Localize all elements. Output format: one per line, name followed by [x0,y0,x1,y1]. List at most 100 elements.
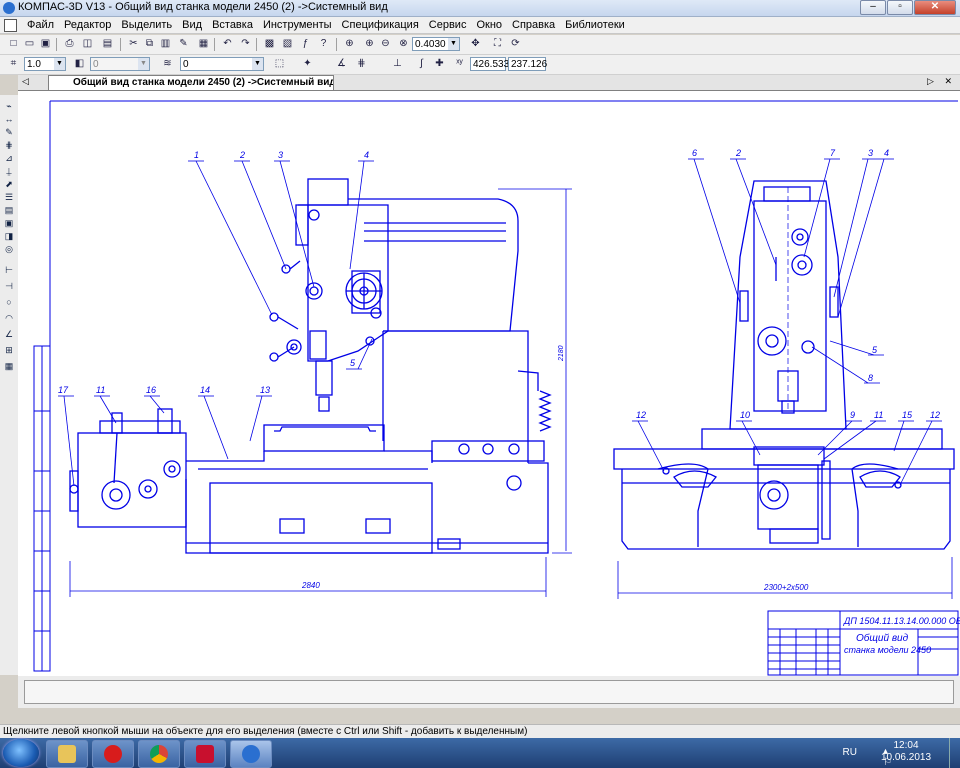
round-icon[interactable]: ∫ [414,57,429,71]
geometry-icon[interactable]: ⌁ [2,101,16,112]
redo-icon[interactable]: ↷ [238,37,253,51]
preview-icon[interactable]: ◫ [80,37,95,51]
taskbar-kompas[interactable] [230,740,272,768]
style-combo[interactable]: 0 ▼ [180,57,264,71]
clock-time: 12:04 [893,740,919,751]
cut-icon[interactable]: ✂ [126,37,141,51]
taskbar-explorer[interactable] [46,740,88,768]
libraries-icon[interactable]: ◎ [2,244,16,255]
callout-front-4: 4 [364,150,369,160]
select-icon[interactable]: ⬈ [2,179,16,190]
callout-side-15: 15 [902,410,913,420]
document-system-icon[interactable] [4,18,17,32]
chevron-down-icon[interactable]: ▼ [138,58,149,70]
close-button[interactable]: ✕ [914,0,956,15]
cursor-step-combo[interactable]: 1.0 ▼ [24,57,66,71]
views-icon[interactable]: ◨ [2,231,16,242]
save-icon[interactable]: ▣ [38,37,53,51]
style-icon[interactable]: ≋ [160,57,175,71]
arc-tool-icon[interactable]: ◠ [2,313,16,324]
measure-icon[interactable]: ⍊ [2,166,16,177]
callout-front-5: 5 [350,358,356,368]
pan-icon[interactable]: ✥ [468,37,483,51]
menu-edit[interactable]: Редактор [64,19,111,31]
layer-combo[interactable]: 0 ▼ [90,57,150,71]
step-icon[interactable]: ⌗ [6,57,21,71]
ortho-icon[interactable]: ⊥ [390,57,405,71]
menu-view[interactable]: Вид [182,19,202,31]
zoom-out-icon[interactable]: ⊖ [378,37,393,51]
linear-dim-icon[interactable]: ⊣ [2,281,16,292]
help-cursor-icon[interactable]: ? [316,37,331,51]
format-icon[interactable]: ✎ [176,37,191,51]
manager-icon[interactable]: ▤ [100,37,115,51]
clock[interactable]: 12:04 10.06.2013 [876,740,936,764]
coord-x-field[interactable]: 426.533 [470,57,509,71]
frame-icon[interactable]: ⊞ [2,345,16,356]
hatch-icon[interactable]: ▦ [2,361,16,372]
menu-insert[interactable]: Вставка [212,19,253,31]
menu-libraries[interactable]: Библиотеки [565,19,625,31]
minimize-button[interactable]: – [860,0,886,15]
menu-service[interactable]: Сервис [429,19,467,31]
zoom-in-icon[interactable]: ⊕ [362,37,377,51]
spec-icon[interactable]: ☰ [2,192,16,203]
dimensions-icon[interactable]: ↔ [2,114,16,125]
drawing-canvas[interactable]: 1 2 3 4 5 17 11 16 14 13 6 2 7 3 4 5 8 1… [18,91,960,676]
new-document-icon[interactable]: □ [6,37,21,51]
show-all-icon[interactable]: ⛶ [490,37,505,51]
tab-nav-close-icon[interactable]: ▷ ✕ [927,76,956,87]
restore-button[interactable]: ▫ [887,0,913,15]
edit-icon[interactable]: ⋕ [2,140,16,151]
chevron-down-icon[interactable]: ▼ [54,58,65,70]
layer-icon[interactable]: ◧ [72,57,87,71]
kompas-app-icon[interactable] [3,2,15,14]
callout-front-2: 2 [239,150,245,160]
properties-field[interactable] [24,680,954,704]
undo-icon[interactable]: ↶ [220,37,235,51]
local-cs-icon[interactable]: ∡ [334,57,349,71]
insert-icon[interactable]: ▣ [2,218,16,229]
print-icon[interactable]: ⎙ [62,37,77,51]
snap-icon[interactable]: ✦ [300,57,315,71]
circle-tool-icon[interactable]: ○ [2,297,16,308]
parametrization-icon[interactable]: ⊿ [2,153,16,164]
angle-dim-icon[interactable]: ∠ [2,329,16,340]
menu-specification[interactable]: Спецификация [342,19,419,31]
chrome-icon [150,745,168,763]
tab-scroll-left-icon[interactable]: ◁ [22,76,29,87]
menu-window[interactable]: Окно [476,19,502,31]
tree-icon[interactable]: ▩ [262,37,277,51]
menu-select[interactable]: Выделить [121,19,172,31]
tab-document[interactable]: Общий вид станка модели 2450 (2) ->Систе… [48,75,334,90]
refresh-icon[interactable]: ⟳ [508,37,523,51]
chevron-down-icon[interactable]: ▼ [252,58,263,70]
zoom-window-icon[interactable]: ⊕ [342,37,357,51]
start-button[interactable] [3,739,39,767]
open-folder-icon[interactable]: ▭ [22,37,37,51]
chevron-down-icon[interactable]: ▼ [448,38,459,50]
menu-tools[interactable]: Инструменты [263,19,332,31]
coord-y-field[interactable]: 237.126 [508,57,547,71]
language-indicator[interactable]: RU [843,747,857,758]
library-manager-icon[interactable]: ▧ [280,37,295,51]
grid-icon[interactable]: ⋕ [354,57,369,71]
object-properties-icon[interactable]: ⬚ [272,57,287,71]
properties-icon[interactable]: ▦ [196,37,211,51]
cursor-coords-icon[interactable]: ✚ [432,57,447,71]
taskbar-chrome[interactable] [138,740,180,768]
menu-file[interactable]: Файл [27,19,54,31]
paste-icon[interactable]: ▥ [158,37,173,51]
line-tool-icon[interactable]: ⊢ [2,265,16,276]
zoom-scale-icon[interactable]: ⊗ [396,37,411,51]
variables-icon[interactable]: ƒ [298,37,313,51]
reports-icon[interactable]: ▤ [2,205,16,216]
toolbar-separator [256,38,257,51]
show-desktop-button[interactable] [949,738,960,768]
taskbar-opera[interactable] [92,740,134,768]
copy-icon[interactable]: ⧉ [142,37,157,51]
taskbar-radio[interactable] [184,740,226,768]
menu-help[interactable]: Справка [512,19,555,31]
zoom-scale-combo[interactable]: 0.4030 ▼ [412,37,460,51]
designations-icon[interactable]: ✎ [2,127,16,138]
